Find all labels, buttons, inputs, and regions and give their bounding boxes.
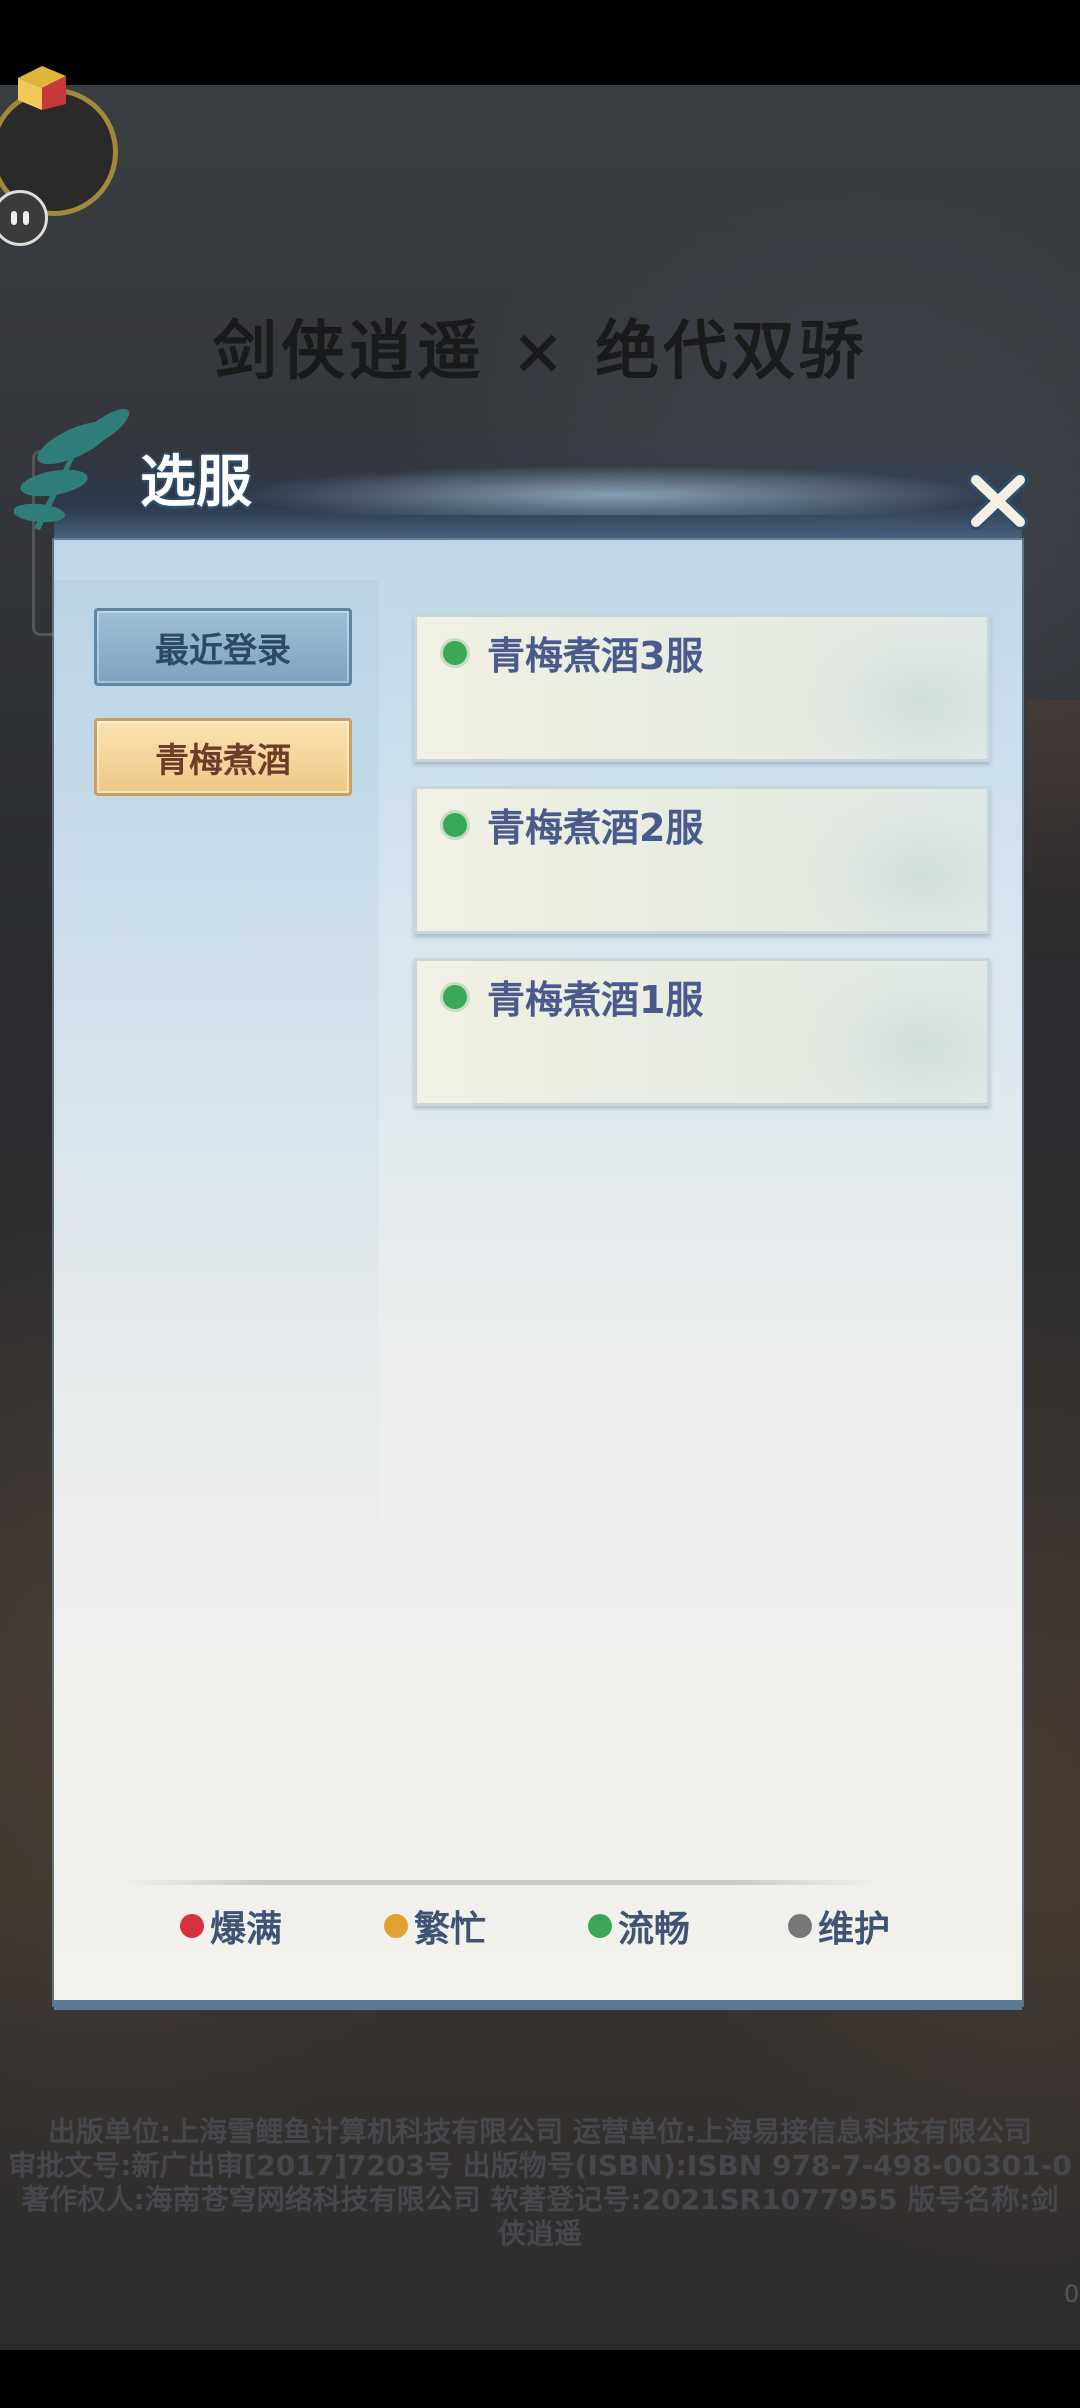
orange-dot-icon xyxy=(384,1914,408,1938)
panel-title: 选服 xyxy=(140,450,252,515)
status-dot-icon xyxy=(443,985,467,1009)
server-name: 青梅煮酒1服 xyxy=(487,978,704,1022)
category-recent-login[interactable]: 最近登录 xyxy=(94,608,352,686)
green-dot-icon xyxy=(588,1914,612,1938)
legend-label: 爆满 xyxy=(210,1909,283,1950)
status-legend: 爆满 繁忙 流畅 维护 xyxy=(54,1900,1022,1960)
legend-label: 维护 xyxy=(818,1909,891,1950)
legend-label: 繁忙 xyxy=(414,1909,487,1950)
close-icon[interactable] xyxy=(962,466,1034,536)
legend-busy: 繁忙 xyxy=(384,1900,486,1952)
game-title-logo: 剑侠逍遥 × 绝代双骄 xyxy=(212,314,868,389)
copyright-line: 审批文号:新广出审[2017]7203号 出版物号(ISBN):ISBN 978… xyxy=(8,2149,1072,2182)
category-qingmei-zhujiu[interactable]: 青梅煮酒 xyxy=(94,718,352,796)
server-name: 青梅煮酒3服 xyxy=(487,634,704,678)
legend-smooth: 流畅 xyxy=(588,1900,690,1952)
background-decoration xyxy=(1028,700,1080,960)
server-card[interactable]: 青梅煮酒1服 xyxy=(414,958,990,1106)
server-name: 青梅煮酒2服 xyxy=(487,806,704,850)
version-label: 0 xyxy=(1064,2280,1080,2308)
divider xyxy=(120,1880,880,1885)
game-logo-icon xyxy=(18,66,66,110)
navigation-bar xyxy=(0,2350,1080,2408)
copyright-notice: 出版单位:上海雪鲤鱼计算机科技有限公司 运营单位:上海易接信息科技有限公司 审批… xyxy=(0,2115,1080,2251)
red-dot-icon xyxy=(180,1914,204,1938)
legend-maintenance: 维护 xyxy=(788,1900,890,1952)
copyright-line: 著作权人:海南苍穹网络科技有限公司 软著登记号:2021SR1077955 版号… xyxy=(21,2183,1059,2216)
server-card[interactable]: 青梅煮酒2服 xyxy=(414,786,990,934)
server-select-panel: 最近登录 青梅煮酒 青梅煮酒3服 青梅煮酒2服 青梅煮酒1服 爆满 繁忙 流畅 … xyxy=(54,540,1022,2005)
copyright-line: 出版单位:上海雪鲤鱼计算机科技有限公司 运营单位:上海易接信息科技有限公司 xyxy=(47,2115,1033,2148)
panel-bottom-edge xyxy=(54,2000,1022,2010)
copyright-line: 侠逍遥 xyxy=(497,2217,582,2250)
legend-full: 爆满 xyxy=(180,1900,282,1952)
status-bar xyxy=(0,0,1080,85)
status-dot-icon xyxy=(443,813,467,837)
gray-dot-icon xyxy=(788,1914,812,1938)
status-dot-icon xyxy=(443,641,467,665)
server-card[interactable]: 青梅煮酒3服 xyxy=(414,614,990,762)
legend-label: 流畅 xyxy=(618,1909,691,1950)
